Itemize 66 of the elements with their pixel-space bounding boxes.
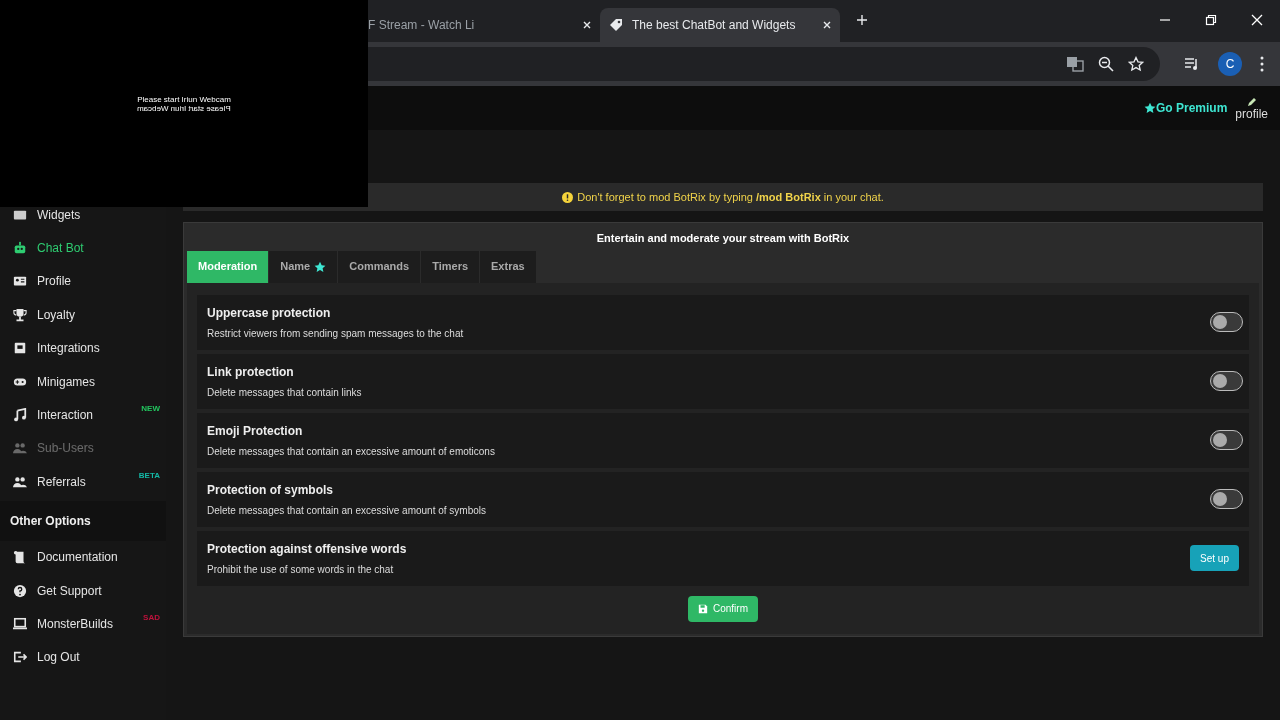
tab-title: The best ChatBot and Widgets bbox=[632, 17, 797, 34]
sidebar-item[interactable]: Chat Bot bbox=[0, 231, 166, 265]
setting-title: Uppercase protection bbox=[207, 304, 332, 322]
sidebar-item[interactable]: Documentation bbox=[0, 540, 166, 574]
robot-icon bbox=[13, 241, 27, 256]
logout-icon bbox=[13, 650, 27, 665]
setting-description: Restrict viewers from sending spam messages to the chat bbox=[207, 326, 465, 341]
tab-title: F Stream - Watch Li bbox=[368, 17, 476, 34]
menu-icon[interactable] bbox=[1260, 56, 1264, 72]
tab[interactable]: Extras bbox=[480, 250, 536, 283]
badge-label: NEW bbox=[141, 403, 160, 416]
setting-description: Delete messages that contain an excessive amount of symbols bbox=[207, 503, 488, 518]
setting-title: Link protection bbox=[207, 363, 295, 381]
badge-label: BETA bbox=[138, 470, 160, 483]
sidebar-item[interactable]: Log Out bbox=[0, 640, 166, 675]
tab[interactable]: Timers bbox=[421, 250, 480, 283]
badge-label: SAD bbox=[143, 612, 160, 625]
setting-description: Delete messages that contain links bbox=[207, 385, 363, 400]
sidebar-item[interactable]: Minigames bbox=[0, 364, 166, 399]
toggle-switch[interactable] bbox=[1210, 371, 1243, 391]
save-icon bbox=[698, 603, 708, 614]
tab[interactable]: Commands bbox=[338, 250, 421, 283]
sidebar-item[interactable]: Loyalty bbox=[0, 298, 166, 332]
notice-text: Don't forget to mod BotRix by typing /mod BotRix in your chat. bbox=[577, 189, 884, 205]
sidebar-item[interactable]: Referrals BETA bbox=[0, 465, 166, 499]
trophy-icon bbox=[13, 307, 27, 322]
go-premium-link[interactable]: Go Premium bbox=[1143, 99, 1228, 117]
profile-link[interactable]: profile bbox=[1235, 96, 1268, 120]
music-note-icon bbox=[13, 408, 27, 423]
laptop-icon bbox=[13, 617, 27, 631]
sidebar-item[interactable]: Profile bbox=[0, 264, 166, 299]
translate-icon[interactable] bbox=[1066, 55, 1084, 73]
toggle-switch[interactable] bbox=[1210, 430, 1243, 450]
account-avatar[interactable]: C bbox=[1218, 52, 1242, 76]
media-icon[interactable] bbox=[1184, 56, 1200, 72]
close-icon[interactable] bbox=[582, 20, 592, 30]
help-icon bbox=[13, 583, 27, 598]
setting-title: Protection against offensive words bbox=[207, 540, 408, 558]
plus-icon[interactable] bbox=[856, 14, 868, 26]
zoom-out-icon[interactable] bbox=[1098, 56, 1114, 72]
star-icon bbox=[1143, 102, 1156, 114]
sidebar-item[interactable]: Get Support bbox=[0, 573, 166, 608]
pencil-icon bbox=[1245, 96, 1258, 108]
tag-icon bbox=[608, 17, 624, 33]
mirrored-webcam-message: Please start Iriun Webcam bbox=[137, 103, 231, 113]
toggle-switch[interactable] bbox=[1210, 312, 1243, 332]
scroll-icon bbox=[13, 550, 27, 565]
setting-description: Delete messages that contain an excessive amount of emoticons bbox=[207, 444, 496, 459]
restore-icon[interactable] bbox=[1205, 14, 1217, 26]
setting-description: Prohibit the use of some words in the chat bbox=[207, 562, 395, 577]
section-title: Other Options bbox=[10, 512, 91, 530]
toggle-switch[interactable] bbox=[1210, 489, 1243, 509]
webcam-message: Please start Iriun Webcam bbox=[137, 94, 231, 104]
star-icon[interactable] bbox=[1128, 56, 1144, 72]
browser-tab[interactable]: The best ChatBot and Widgets bbox=[600, 8, 840, 42]
users-icon bbox=[13, 441, 27, 456]
sidebar-item[interactable]: MonsterBuilds SAD bbox=[0, 607, 166, 641]
users-icon bbox=[13, 474, 27, 489]
setting-title: Protection of symbols bbox=[207, 481, 335, 499]
warning-icon bbox=[562, 191, 574, 203]
sidebar-item[interactable]: Interaction NEW bbox=[0, 398, 166, 432]
sidebar-item[interactable]: Integrations bbox=[0, 331, 166, 365]
setting-title: Emoji Protection bbox=[207, 422, 304, 440]
tab[interactable]: Name bbox=[269, 250, 338, 283]
panel-title: Entertain and moderate your stream with BotRix bbox=[595, 231, 851, 246]
close-icon[interactable] bbox=[822, 20, 832, 30]
